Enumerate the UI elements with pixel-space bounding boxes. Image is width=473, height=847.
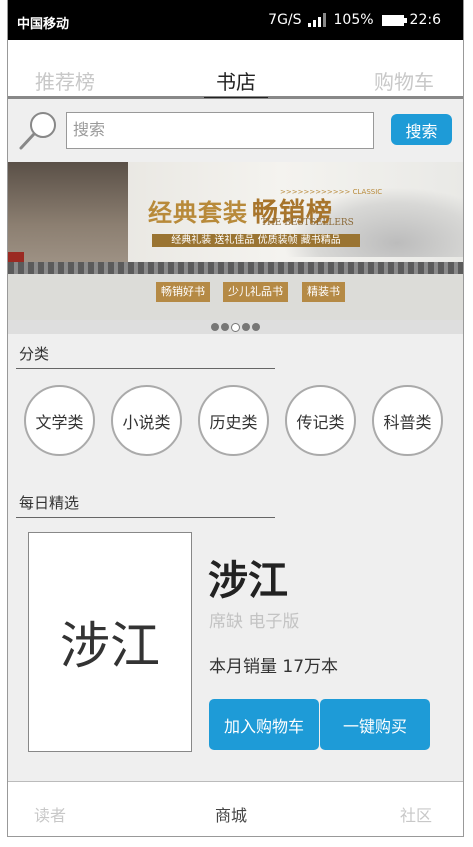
network-speed: 7G/S (268, 12, 302, 28)
signal-icon (307, 13, 326, 27)
category-science[interactable]: 科普类 (372, 385, 443, 456)
banner-tag-kids[interactable]: 少儿礼品书 (223, 282, 288, 302)
buy-now-button[interactable]: 一键购买 (320, 699, 430, 750)
section-divider (16, 368, 275, 369)
category-section-title: 分类 (19, 345, 50, 363)
pager-dot[interactable] (252, 323, 260, 331)
book-meta: 席缺 电子版 (209, 612, 300, 632)
carrier-name: 中国移动 (17, 17, 70, 32)
app-frame: 中国移动 7G/S 105% 22:6 推荐榜 书店 购物车 搜索 >>>>>>… (7, 0, 464, 837)
category-biography[interactable]: 传记类 (285, 385, 356, 456)
pager-dot[interactable] (211, 323, 219, 331)
section-divider (16, 517, 275, 518)
tab-bookstore[interactable]: 书店 (204, 66, 268, 98)
add-to-cart-button[interactable]: 加入购物车 (209, 699, 319, 750)
search-button[interactable]: 搜索 (391, 114, 452, 145)
banner-tag-bestsellers[interactable]: 畅销好书 (156, 282, 210, 302)
status-bar: 中国移动 7G/S 105% 22:6 (8, 0, 463, 40)
category-fiction[interactable]: 小说类 (111, 385, 182, 456)
promo-banner[interactable]: >>>>>>>>>>>> CLASSIC 经典套装 畅销榜 THE BESTSEL… (8, 162, 463, 320)
daily-pick-title: 每日精选 (19, 494, 80, 512)
bottom-nav: 读者 商城 社区 (8, 781, 463, 836)
top-nav: 推荐榜 书店 购物车 (8, 40, 463, 99)
tab-cart[interactable]: 购物车 (374, 66, 434, 95)
category-literature[interactable]: 文学类 (24, 385, 95, 456)
bottom-tab-community[interactable]: 社区 (400, 802, 432, 826)
search-icon[interactable] (18, 110, 60, 152)
book-sales: 本月销量 17万本 (209, 657, 339, 677)
pager-dot-active[interactable] (231, 323, 240, 332)
pager-dot[interactable] (242, 323, 250, 331)
book-cover[interactable]: 涉江 (28, 532, 192, 752)
bottom-tab-mall[interactable]: 商城 (215, 802, 247, 826)
battery-icon (381, 14, 407, 26)
banner-tag-hardcover[interactable]: 精装书 (302, 282, 345, 302)
banner-title-main: 经典套装 (148, 198, 248, 227)
category-history[interactable]: 历史类 (198, 385, 269, 456)
battery-percent: 105% (333, 12, 374, 28)
search-input[interactable] (66, 112, 374, 149)
bottom-tab-reader[interactable]: 读者 (34, 802, 66, 826)
book-title[interactable]: 涉江 (208, 548, 288, 606)
clock-time: 22:6 (409, 12, 441, 28)
pager-dot[interactable] (221, 323, 229, 331)
roof-tiles (8, 262, 463, 274)
status-indicators: 7G/S 105% 22:6 (268, 12, 441, 28)
tab-recommend[interactable]: 推荐榜 (35, 66, 95, 95)
banner-pager (8, 320, 463, 334)
banner-strip: 经典礼装 送礼佳品 优质装帧 藏书精品 (152, 234, 360, 247)
banner-subtitle-en: THE BESTSELLERS (261, 218, 354, 228)
search-bar: 搜索 (8, 98, 463, 161)
